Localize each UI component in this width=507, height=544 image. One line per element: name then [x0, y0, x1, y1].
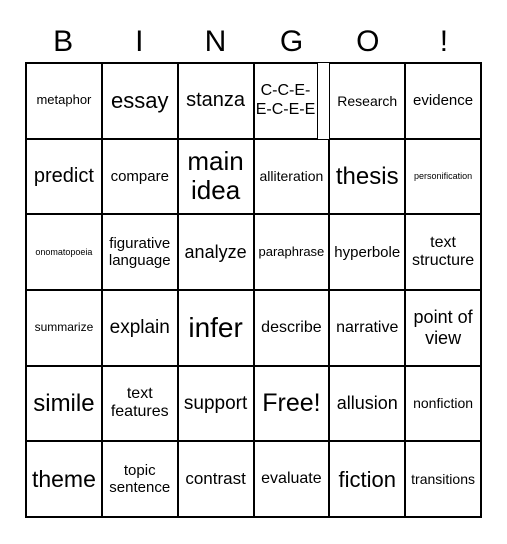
header-letter: N	[204, 25, 227, 58]
bingo-cell[interactable]: stanza	[177, 63, 254, 139]
bingo-cell[interactable]: contrast	[177, 441, 254, 517]
bingo-cell[interactable]: evaluate	[253, 441, 330, 517]
bingo-cell[interactable]: fiction	[329, 441, 406, 517]
header-letter: G	[279, 25, 304, 58]
cell-label: topic sentence	[109, 461, 171, 497]
cell-label: analyze	[184, 241, 247, 262]
cell-label: infer	[188, 311, 243, 343]
cell-label: Free!	[262, 389, 321, 418]
bingo-cell[interactable]: figurative language	[101, 214, 178, 290]
bingo-cell[interactable]: evidence	[405, 63, 481, 139]
header-letter: B	[53, 25, 74, 58]
bingo-cell[interactable]: text structure	[405, 214, 481, 290]
cell-label: C-C-E-E-C-E-E	[255, 82, 316, 118]
bingo-cell[interactable]: essay	[101, 63, 178, 139]
cell-label: simile	[33, 389, 95, 417]
bingo-cell[interactable]: personification	[405, 138, 481, 215]
bingo-cell[interactable]: theme	[26, 441, 102, 517]
cell-label: explain	[109, 316, 170, 338]
cell-label: evaluate	[261, 469, 322, 487]
bingo-cell[interactable]: nonfiction	[405, 365, 481, 442]
cell-label: personification	[414, 171, 473, 182]
cell-label: compare	[110, 167, 169, 185]
cell-label: point of view	[413, 307, 473, 348]
cell-label: thesis	[335, 162, 399, 190]
cell-label: theme	[31, 465, 96, 492]
bingo-cell[interactable]: C-C-E-E-C-E-E	[253, 63, 318, 139]
bingo-cell[interactable]: thesis	[329, 138, 406, 215]
cell-label: support	[183, 392, 248, 414]
header-letter: I	[135, 25, 144, 58]
cell-label: fiction	[338, 466, 396, 492]
bingo-cell[interactable]: metaphor	[26, 63, 102, 139]
cell-label: figurative language	[108, 234, 171, 270]
bingo-cell[interactable]: predict	[26, 138, 102, 215]
cell-label: transitions	[411, 471, 475, 488]
cell-label: metaphor	[36, 92, 92, 108]
cell-label: contrast	[185, 469, 246, 489]
bingo-cell[interactable]: main idea	[177, 138, 254, 215]
bingo-cell[interactable]: alliteration	[253, 138, 330, 215]
cell-label: text features	[110, 385, 169, 421]
cell-label: predict	[33, 164, 94, 187]
bingo-cell[interactable]: allusion	[329, 365, 406, 442]
cell-label: alliteration	[259, 168, 324, 185]
header-letter: !	[439, 25, 449, 58]
bingo-cell[interactable]: compare	[101, 138, 178, 215]
cell-label: paraphrase	[258, 243, 325, 259]
bingo-grid: metaphor essay stanza C-C-E-E-C-E-E Research…	[25, 62, 482, 518]
cell-label: allusion	[336, 393, 398, 414]
bingo-cell[interactable]: transitions	[405, 441, 481, 517]
bingo-cell[interactable]: text features	[101, 365, 178, 442]
bingo-cell[interactable]: Research	[329, 63, 406, 139]
cell-label: onomatopoeia	[35, 246, 93, 257]
cell-label: narrative	[336, 318, 399, 336]
cell-label: text structure	[411, 233, 475, 270]
bingo-cell[interactable]: point of view	[405, 289, 481, 366]
cell-label: main idea	[187, 145, 244, 206]
bingo-header: B I N G O!	[25, 22, 482, 62]
bingo-cell[interactable]: Free!	[253, 365, 330, 442]
header-letter: O	[356, 25, 380, 58]
bingo-cell[interactable]: simile	[26, 365, 102, 442]
bingo-cell[interactable]: onomatopoeia	[26, 214, 102, 290]
bingo-cell[interactable]: paraphrase	[253, 214, 330, 290]
bingo-cell[interactable]: narrative	[329, 289, 406, 366]
cell-label: stanza	[186, 89, 246, 112]
bingo-cell[interactable]: hyperbole	[329, 214, 406, 290]
cell-label: summarize	[34, 319, 94, 334]
bingo-cell[interactable]: describe	[253, 289, 330, 366]
cell-label: hyperbole	[334, 243, 401, 261]
cell-label: Research	[337, 92, 398, 109]
bingo-cell[interactable]: summarize	[26, 289, 102, 366]
bingo-cell[interactable]: topic sentence	[101, 441, 178, 517]
bingo-cell[interactable]: support	[177, 365, 254, 442]
bingo-cell[interactable]: analyze	[177, 214, 254, 290]
cell-label: nonfiction	[413, 395, 474, 412]
cell-label: evidence	[413, 92, 474, 110]
bingo-cell[interactable]: explain	[101, 289, 178, 366]
cell-label: describe	[261, 318, 322, 336]
cell-label: essay	[111, 88, 169, 114]
bingo-cell[interactable]: infer	[177, 289, 254, 366]
